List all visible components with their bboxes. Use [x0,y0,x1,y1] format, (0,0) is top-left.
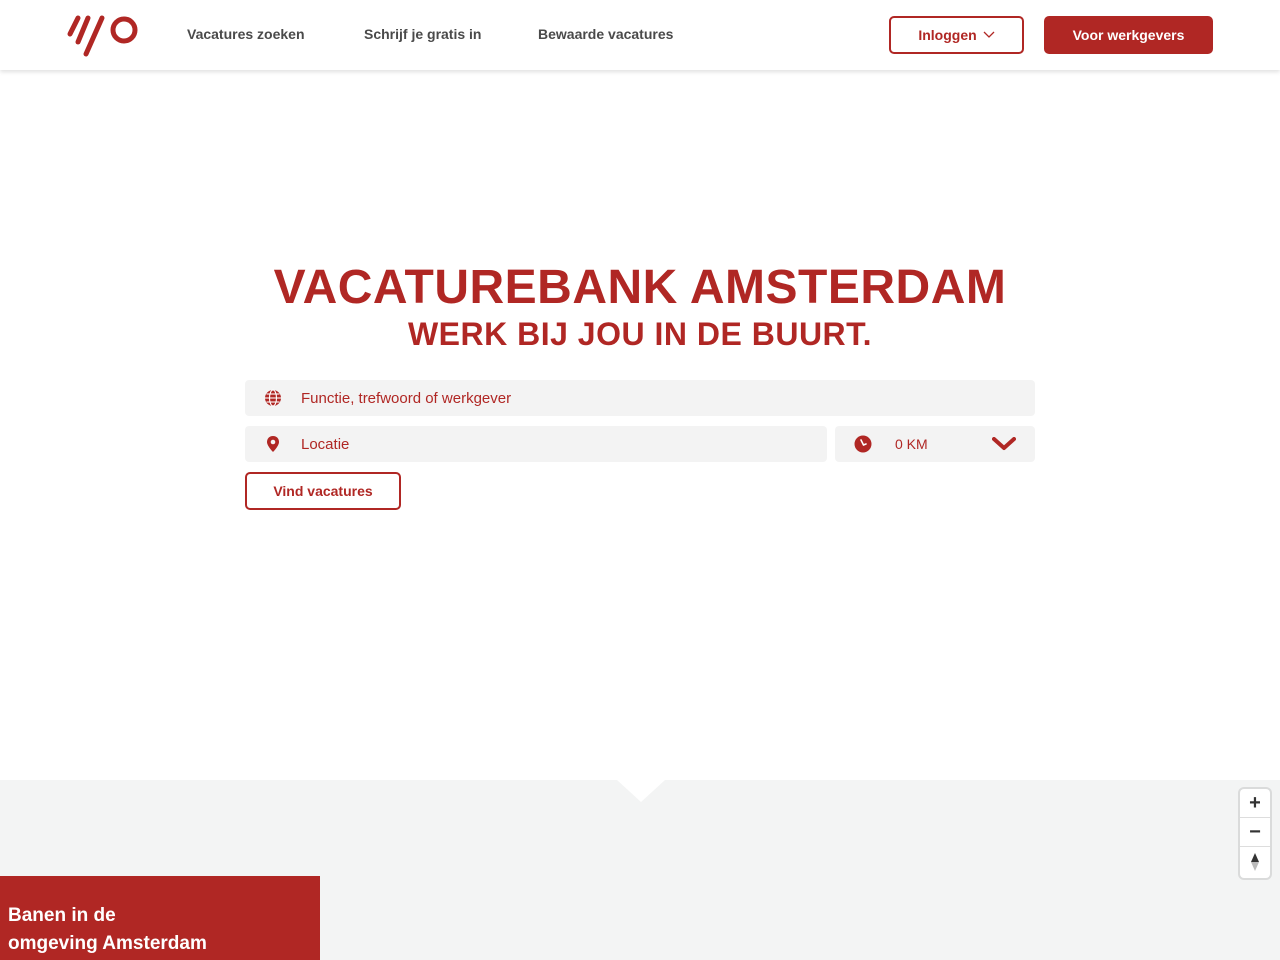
chevron-down-icon [992,437,1016,450]
zoom-in-button[interactable]: + [1240,789,1270,818]
site-header: Vacatures zoeken Schrijf je gratis in Be… [0,0,1280,70]
search-button[interactable]: Vind vacatures [245,472,401,510]
jobs-panel-title-line2: omgeving Amsterdam [8,933,207,954]
jobs-panel: Banen in de omgeving Amsterdam [0,876,320,960]
employer-button[interactable]: Voor werkgevers [1044,16,1213,54]
page-title: VACATUREBANK AMSTERDAM [273,261,1007,314]
reset-north-button[interactable] [1240,847,1270,876]
login-button[interactable]: Inloggen [889,16,1024,54]
nav-schrijf-je-in[interactable]: Schrijf je gratis in [364,26,481,42]
page-subtitle: WERK BIJ JOU IN DE BUURT. [407,316,873,352]
map-controls: + − [1240,789,1270,878]
globe-icon [265,389,281,407]
nav-bewaarde-vacatures[interactable]: Bewaarde vacatures [538,26,673,42]
location-field [245,426,827,462]
radius-icon [854,435,872,453]
yo-logo[interactable] [66,14,142,58]
map-notch [617,780,665,802]
compass-icon [1251,852,1259,871]
chevron-down-icon [983,31,995,38]
nav-vacatures-zoeken[interactable]: Vacatures zoeken [187,26,305,42]
login-label: Inloggen [918,27,977,43]
map-pin-icon [267,436,279,452]
jobs-panel-title-line1: Banen in de [8,905,116,926]
radius-select[interactable]: 0 KM [835,426,1035,462]
keyword-field [245,380,1035,416]
zoom-out-button[interactable]: − [1240,818,1270,847]
radius-value: 0 KM [895,436,928,452]
keyword-input[interactable] [301,380,1021,416]
location-input[interactable] [301,426,813,462]
